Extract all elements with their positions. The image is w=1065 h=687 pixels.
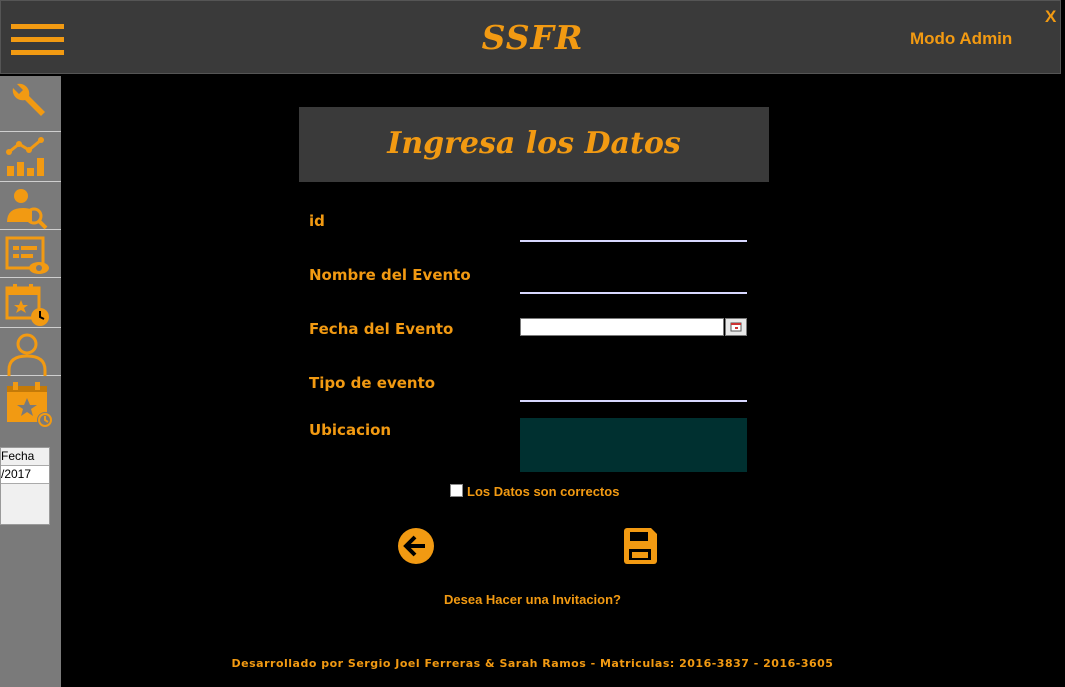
sidebar-item-settings[interactable] bbox=[0, 76, 61, 132]
stats-chart-icon bbox=[6, 137, 44, 176]
mini-grid-row[interactable]: /2017 bbox=[1, 466, 49, 484]
user-icon bbox=[7, 333, 47, 376]
save-button[interactable] bbox=[622, 527, 658, 569]
confirm-checkbox-label: Los Datos son correctos bbox=[467, 484, 620, 499]
sidebar-item-stats[interactable] bbox=[0, 132, 61, 182]
id-field[interactable] bbox=[520, 216, 747, 242]
form-header: Ingresa los Datos bbox=[299, 107, 769, 182]
event-date-label: Fecha del Evento bbox=[309, 320, 454, 338]
sidebar-item-calendar-clock[interactable] bbox=[0, 278, 61, 328]
invitation-link[interactable]: Desea Hacer una Invitacion? bbox=[0, 592, 1065, 607]
calendar-icon bbox=[730, 322, 742, 332]
confirm-checkbox[interactable]: Los Datos son correctos bbox=[450, 484, 619, 499]
calendar-dropdown-button[interactable] bbox=[725, 318, 747, 336]
mini-date-grid[interactable]: Fecha /2017 bbox=[0, 447, 50, 525]
back-button[interactable] bbox=[398, 528, 434, 568]
event-type-label: Tipo de evento bbox=[309, 374, 436, 392]
close-button[interactable]: X bbox=[1045, 7, 1056, 27]
location-label: Ubicacion bbox=[309, 421, 392, 439]
form-title: Ingresa los Datos bbox=[387, 126, 681, 161]
floppy-disk-icon bbox=[624, 528, 657, 564]
app-title: SSFR bbox=[481, 18, 584, 57]
event-date-field[interactable] bbox=[520, 318, 724, 336]
event-name-field[interactable] bbox=[520, 268, 747, 294]
location-textarea[interactable] bbox=[520, 418, 747, 472]
event-type-field[interactable] bbox=[520, 376, 747, 402]
event-name-label: Nombre del Evento bbox=[309, 266, 471, 284]
id-label: id bbox=[309, 212, 325, 230]
mini-grid-header: Fecha bbox=[1, 448, 49, 466]
event-list-view-icon bbox=[5, 236, 49, 274]
calendar-star-icon bbox=[7, 382, 53, 428]
user-search-icon bbox=[7, 189, 48, 230]
sidebar-item-user-search[interactable] bbox=[0, 182, 61, 230]
sidebar-item-event-list[interactable] bbox=[0, 230, 61, 278]
calendar-clock-icon bbox=[5, 284, 49, 326]
sidebar-item-user[interactable] bbox=[0, 328, 61, 376]
sidebar-item-calendar-event[interactable] bbox=[0, 376, 61, 430]
footer-credits: Desarrollado por Sergio Joel Ferreras & … bbox=[231, 657, 834, 670]
checkbox-box[interactable] bbox=[450, 484, 463, 497]
mode-label: Modo Admin bbox=[910, 29, 1013, 48]
wrench-icon bbox=[12, 83, 45, 116]
arrow-left-icon bbox=[398, 528, 434, 564]
